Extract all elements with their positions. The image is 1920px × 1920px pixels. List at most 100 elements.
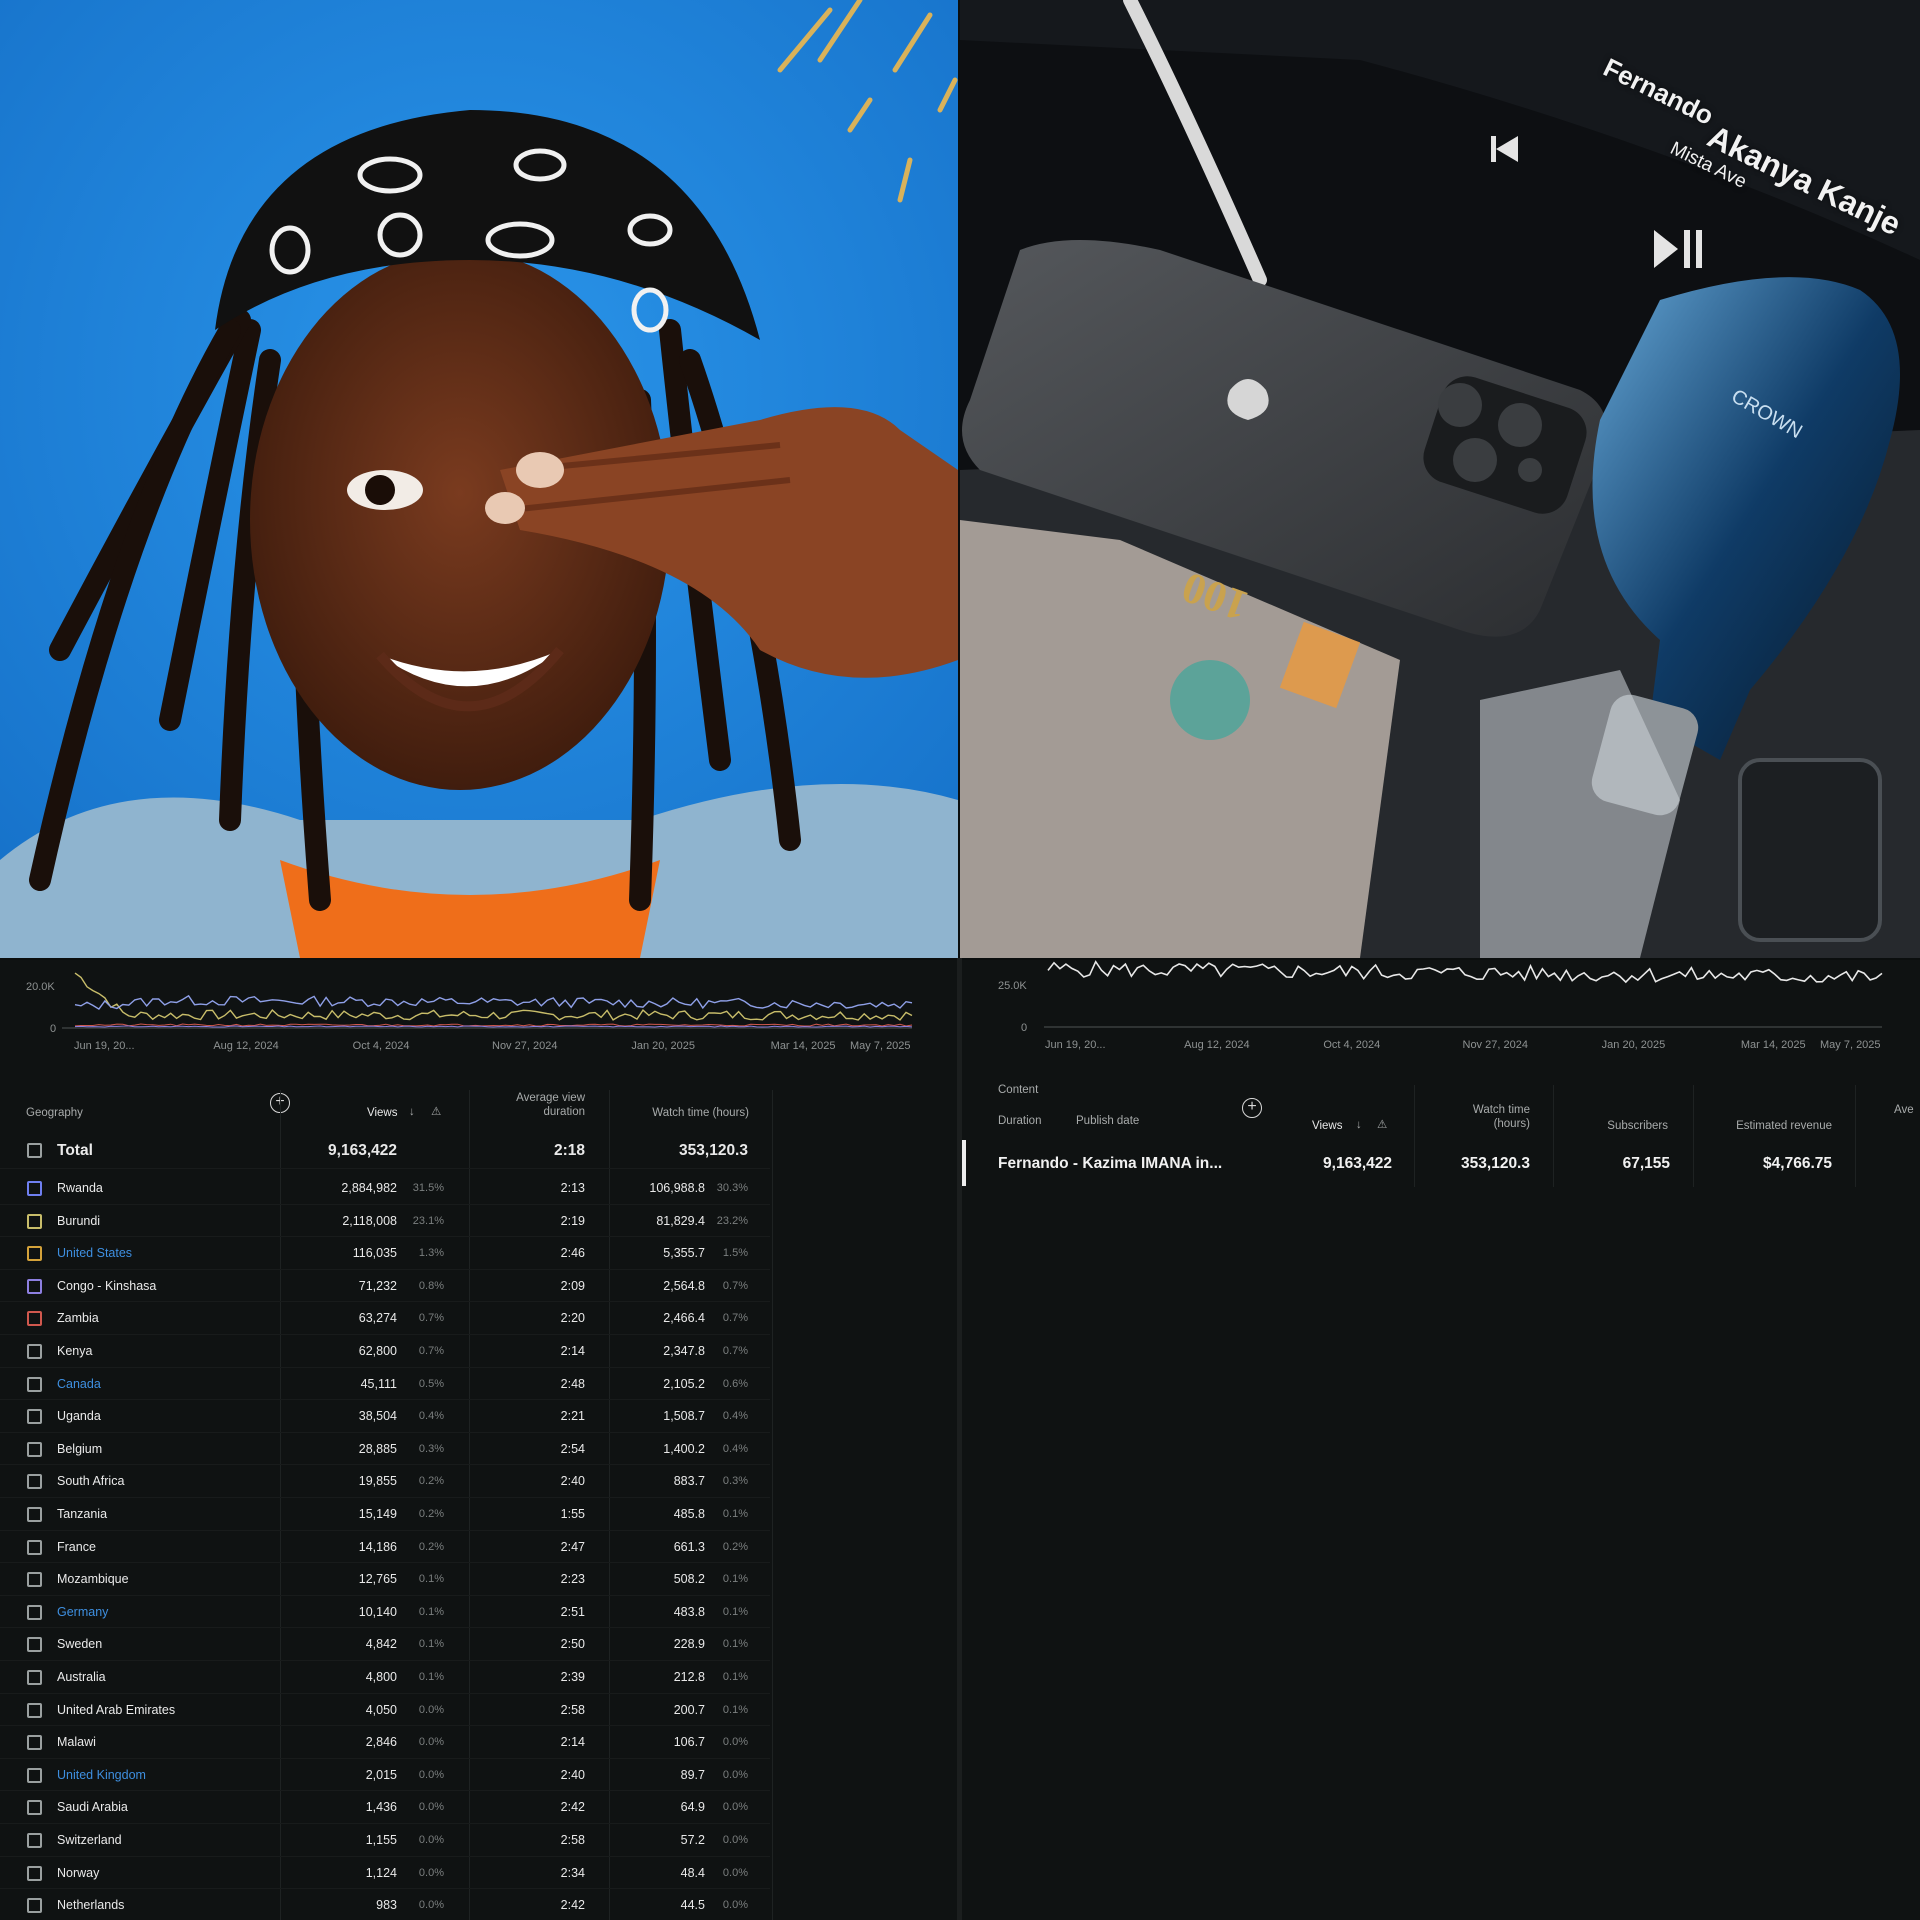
- row-checkbox[interactable]: [27, 1898, 42, 1914]
- row-checkbox[interactable]: [27, 1735, 42, 1751]
- row-checkbox[interactable]: [27, 1376, 42, 1392]
- country-name[interactable]: United Kingdom: [57, 1768, 146, 1782]
- row-checkbox[interactable]: [27, 1441, 42, 1457]
- sort-descending-icon[interactable]: ↓: [409, 1105, 415, 1119]
- row-checkbox[interactable]: [27, 1637, 42, 1653]
- country-views-percent: 0.2%: [418, 1475, 444, 1488]
- country-watch-percent: 0.0%: [722, 1768, 748, 1781]
- content-views-header[interactable]: Views: [1312, 1119, 1342, 1133]
- table-row: Uganda 38,504 0.4% 2:21 1,508.7 0.4%: [0, 1400, 770, 1433]
- country-watch-time: 81,829.4: [656, 1213, 705, 1228]
- country-views: 1,124: [365, 1865, 397, 1880]
- row-checkbox[interactable]: [27, 1344, 42, 1359]
- country-watch-percent: 0.0%: [722, 1736, 748, 1749]
- table-row: Mozambique 12,765 0.1% 2:23 508.2 0.1%: [0, 1563, 770, 1596]
- country-views: 63,274: [358, 1311, 397, 1326]
- country-watch-percent: 0.6%: [722, 1377, 748, 1390]
- row-checkbox[interactable]: [27, 1213, 42, 1229]
- country-views: 28,885: [358, 1441, 397, 1456]
- add-metric-icon[interactable]: +: [1242, 1098, 1262, 1118]
- revenue-column-header[interactable]: Estimated revenue: [1700, 1119, 1832, 1133]
- row-checkbox[interactable]: [27, 1246, 42, 1262]
- row-checkbox[interactable]: [27, 1311, 42, 1327]
- table-row: Kenya 62,800 0.7% 2:14 2,347.8 0.7%: [0, 1335, 770, 1368]
- country-views: 45,111: [360, 1376, 397, 1391]
- table-row: Norway 1,124 0.0% 2:34 48.4 0.0%: [0, 1857, 770, 1890]
- warning-icon[interactable]: ⚠: [1377, 1118, 1387, 1132]
- country-name: Tanzania: [57, 1507, 108, 1521]
- country-watch-time: 661.3: [673, 1539, 705, 1554]
- duration-column-header[interactable]: Duration: [998, 1114, 1041, 1128]
- content-watch-time-header[interactable]: Watch time (hours): [1440, 1103, 1530, 1131]
- country-avg-duration: 2:39: [560, 1670, 585, 1684]
- country-views: 2,118,008: [342, 1213, 397, 1228]
- country-watch-time: 2,564.8: [663, 1278, 705, 1293]
- watch-time-column-header[interactable]: Watch time (hours): [615, 1106, 749, 1120]
- country-watch-time: 2,105.2: [663, 1376, 705, 1391]
- car-interior-photo: 100 CROWN: [960, 0, 1920, 958]
- country-name: Netherlands: [57, 1898, 125, 1913]
- country-watch-time: 2,347.8: [663, 1344, 705, 1358]
- country-views-percent: 0.3%: [418, 1442, 444, 1455]
- row-checkbox[interactable]: [27, 1572, 42, 1588]
- country-views: 38,504: [358, 1409, 397, 1424]
- row-checkbox[interactable]: [27, 1670, 42, 1685]
- video-title-link[interactable]: Fernando - Kazima IMANA in...: [998, 1155, 1222, 1173]
- avg-column-header-truncated[interactable]: Ave: [1894, 1103, 1914, 1117]
- country-watch-time: 1,508.7: [663, 1409, 705, 1424]
- avg-view-duration-header[interactable]: Average view duration: [500, 1091, 585, 1119]
- country-avg-duration: 2:51: [560, 1604, 585, 1619]
- country-name[interactable]: Canada: [57, 1377, 101, 1391]
- watch-header-line2: (hours): [1493, 1118, 1530, 1130]
- country-watch-time: 485.8: [673, 1507, 705, 1521]
- publish-date-column-header[interactable]: Publish date: [1076, 1114, 1139, 1128]
- row-checkbox[interactable]: [27, 1539, 42, 1555]
- country-views: 10,140: [358, 1604, 397, 1619]
- country-avg-duration: 2:19: [560, 1213, 585, 1228]
- row-checkbox[interactable]: [27, 1800, 42, 1816]
- country-watch-percent: 0.3%: [722, 1475, 748, 1488]
- content-column-header[interactable]: Content: [998, 1083, 1038, 1097]
- table-row: Netherlands 983 0.0% 2:42 44.5 0.0%: [0, 1889, 770, 1920]
- row-checkbox[interactable]: [27, 1767, 42, 1783]
- geo-x-tick: Oct 4, 2024: [353, 1040, 410, 1052]
- geo-x-tick: Jun 19, 20...: [74, 1040, 135, 1052]
- row-checkbox[interactable]: [27, 1507, 42, 1522]
- row-checkbox[interactable]: [27, 1865, 42, 1881]
- previous-track-icon[interactable]: [1488, 132, 1522, 166]
- row-checkbox[interactable]: [27, 1278, 42, 1294]
- content-video-row[interactable]: Fernando - Kazima IMANA in... 9,163,422 …: [962, 1140, 1920, 1186]
- subscribers-column-header[interactable]: Subscribers: [1564, 1119, 1668, 1133]
- row-checkbox[interactable]: [27, 1833, 42, 1848]
- country-name[interactable]: United States: [57, 1246, 132, 1260]
- play-pause-icon[interactable]: [1652, 226, 1706, 272]
- country-watch-percent: 0.1%: [722, 1573, 748, 1586]
- geography-column-header[interactable]: Geography: [26, 1106, 83, 1120]
- views-column-header[interactable]: Views: [367, 1106, 397, 1120]
- country-avg-duration: 2:47: [560, 1539, 585, 1554]
- table-row: Malawi 2,846 0.0% 2:14 106.7 0.0%: [0, 1726, 770, 1759]
- row-checkbox[interactable]: [27, 1604, 42, 1620]
- country-name: Zambia: [57, 1311, 99, 1326]
- table-row: Burundi 2,118,008 23.1% 2:19 81,829.4 23.2%: [0, 1205, 770, 1238]
- country-views: 15,149: [358, 1507, 397, 1521]
- burundi-series-line: [74, 972, 913, 1021]
- geo-x-tick: Mar 14, 2025: [771, 1040, 836, 1052]
- country-views: 4,842: [365, 1637, 397, 1652]
- total-checkbox[interactable]: [27, 1143, 42, 1158]
- country-views: 983: [376, 1898, 397, 1913]
- country-name: Australia: [57, 1670, 106, 1684]
- row-checkbox[interactable]: [27, 1181, 42, 1196]
- row-checkbox[interactable]: [27, 1702, 42, 1718]
- country-name: France: [57, 1539, 96, 1554]
- row-checkbox[interactable]: [27, 1474, 42, 1490]
- country-avg-duration: 2:40: [560, 1474, 585, 1489]
- country-name[interactable]: Germany: [57, 1605, 108, 1619]
- row-checkbox[interactable]: [27, 1409, 42, 1425]
- sort-descending-icon[interactable]: ↓: [1356, 1118, 1362, 1132]
- warning-icon[interactable]: ⚠: [431, 1105, 441, 1119]
- country-avg-duration: 2:54: [560, 1441, 585, 1456]
- total-views: 9,163,422: [328, 1142, 397, 1159]
- country-avg-duration: 2:58: [560, 1702, 585, 1717]
- avg-header-line2: duration: [543, 1106, 585, 1118]
